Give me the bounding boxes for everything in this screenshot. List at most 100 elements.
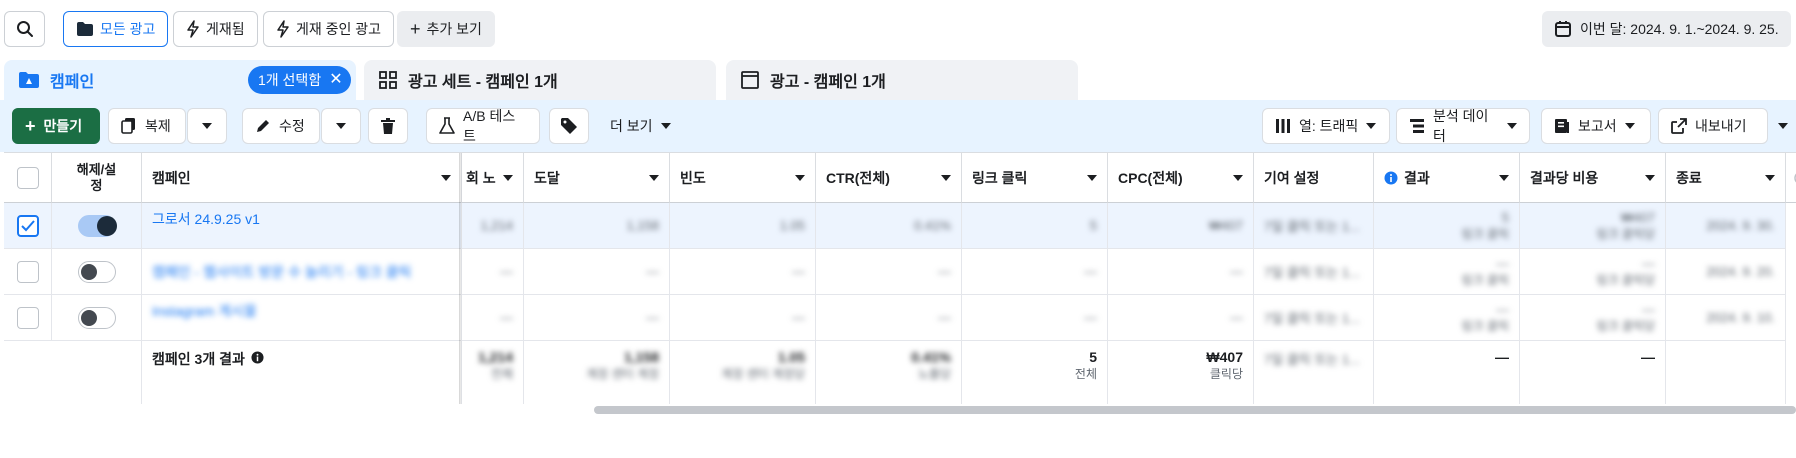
horizontal-scrollbar[interactable] — [594, 406, 1796, 414]
adset-grid-icon — [378, 70, 398, 90]
results-sub: 링크 클릭 — [1461, 226, 1510, 241]
ab-test-button[interactable]: A/B 테스트 — [426, 108, 540, 144]
info-icon[interactable] — [251, 351, 264, 364]
header-frequency[interactable]: 빈도 — [670, 153, 816, 203]
header-results-label: 결과 — [1404, 169, 1430, 186]
header-frequency-label: 빈도 — [680, 169, 706, 186]
header-attribution[interactable]: 기여 설정 — [1254, 153, 1374, 203]
lightning-icon — [276, 20, 290, 38]
edit-dropdown[interactable] — [321, 108, 361, 144]
tag-icon — [560, 117, 578, 135]
columns-button[interactable]: 열: 트래픽 — [1262, 108, 1390, 144]
export-label: 내보내기 — [1695, 118, 1747, 134]
row-toggle-cell[interactable] — [52, 249, 142, 295]
lightning-icon — [186, 20, 200, 38]
create-button[interactable]: + 만들기 — [12, 108, 100, 144]
filter-published[interactable]: 게재됨 — [173, 11, 258, 47]
header-ends[interactable]: 종료 — [1666, 153, 1786, 203]
filter-bar: 모든 광고 게재됨 게재 중인 광고 + 추가 보기 이번 달: 2024. 9… — [0, 0, 1796, 58]
summary-reach: 1,158 — [623, 349, 659, 365]
add-column-button[interactable] — [1786, 153, 1796, 203]
reach-cell: 1,158 — [524, 203, 670, 249]
action-toolbar: + 만들기 복제 수정 A/B 테스트 더 보기 열: 트래픽 분석 데이터 보… — [0, 100, 1796, 152]
more-actions-button[interactable]: 더 보기 — [598, 108, 698, 144]
filter-active-ads[interactable]: 게재 중인 광고 — [263, 11, 395, 47]
cost-value: — — [1642, 255, 1655, 271]
campaign-name-link[interactable]: 캠페인 - 웹사이트 방문 수 늘리기 - 링크 클릭 — [152, 262, 411, 282]
header-cpc-label: CPC(전체) — [1118, 169, 1183, 186]
header-ctr[interactable]: CTR(전체) — [816, 153, 962, 203]
header-link-clicks[interactable]: 링크 클릭 — [962, 153, 1108, 203]
select-all-checkbox[interactable] — [16, 166, 39, 189]
row-toggle-cell[interactable] — [52, 203, 142, 249]
duplicate-dropdown[interactable] — [187, 108, 227, 144]
export-button[interactable]: 내보내기 — [1658, 108, 1768, 144]
cost-value: ₩407 — [1621, 209, 1655, 225]
summary-reach-cell: 1,158 계정 센터 계정 — [524, 341, 670, 404]
reach-value: 1,158 — [626, 218, 659, 233]
edit-button[interactable]: 수정 — [242, 108, 320, 144]
toggle-knob — [80, 263, 97, 280]
header-impressions[interactable]: 회 노 — [462, 153, 524, 203]
chevron-down-icon — [503, 175, 513, 181]
campaign-name-cell[interactable]: 캠페인 - 웹사이트 방문 수 늘리기 - 링크 클릭 — [142, 249, 462, 295]
summary-cost-cell: — — [1520, 341, 1666, 404]
summary-cpc: ₩407 — [1206, 349, 1243, 365]
tab-campaign[interactable]: 캠페인 1개 선택함 ✕ — [4, 60, 356, 100]
selection-pill[interactable]: 1개 선택함 ✕ — [248, 66, 351, 94]
frequency-cell: — — [670, 295, 816, 341]
tab-adset[interactable]: 광고 세트 - 캠페인 1개 — [364, 60, 716, 100]
duplicate-icon — [121, 117, 137, 135]
reports-button[interactable]: 보고서 — [1541, 108, 1651, 144]
campaign-toggle[interactable] — [77, 260, 116, 283]
clear-selection-icon[interactable]: ✕ — [329, 72, 342, 88]
row-checkbox-cell[interactable] — [4, 203, 52, 249]
header-cost-per-result[interactable]: 결과당 비용 — [1520, 153, 1666, 203]
row-checkbox[interactable] — [16, 260, 39, 283]
cost-cell: — 링크 클릭당 — [1520, 249, 1666, 295]
header-reach[interactable]: 도달 — [524, 153, 670, 203]
header-campaign[interactable]: 캠페인 — [142, 153, 462, 203]
tab-ad[interactable]: 광고 - 캠페인 1개 — [726, 60, 1078, 100]
row-checkbox-cell[interactable] — [4, 295, 52, 341]
date-range-picker[interactable]: 이번 달: 2024. 9. 1.~2024. 9. 25. — [1542, 11, 1791, 47]
frequency-cell: 1.05 — [670, 203, 816, 249]
tag-button[interactable] — [549, 108, 589, 144]
export-dropdown[interactable] — [1770, 108, 1796, 144]
toggle-knob — [96, 215, 117, 236]
campaign-toggle[interactable] — [77, 214, 117, 237]
row-checkbox-cell[interactable] — [4, 249, 52, 295]
frequency-cell: — — [670, 249, 816, 295]
header-select-all[interactable] — [4, 153, 52, 203]
campaign-name-link[interactable]: 그로서 24.9.25 v1 — [152, 209, 260, 229]
search-button[interactable] — [4, 11, 45, 47]
ad-window-icon — [740, 70, 760, 90]
header-toggle: 해제/설정 — [52, 153, 142, 203]
ends-cell: 2024. 9. 10. — [1666, 295, 1786, 341]
date-range-label: 이번 달: 2024. 9. 1.~2024. 9. 25. — [1580, 21, 1779, 37]
link-clicks-value: 5 — [1089, 218, 1097, 233]
header-results[interactable]: 결과 — [1374, 153, 1520, 203]
chevron-down-icon — [202, 123, 212, 129]
campaign-name-link[interactable]: Instagram 게시물 — [152, 301, 257, 321]
row-checkbox[interactable] — [16, 214, 39, 237]
campaign-name-cell[interactable]: Instagram 게시물 — [142, 295, 462, 341]
row-toggle-cell[interactable] — [52, 295, 142, 341]
breakdown-button[interactable]: 분석 데이터 — [1396, 108, 1530, 144]
duplicate-button[interactable]: 복제 — [108, 108, 186, 144]
checkmark-icon — [20, 219, 35, 231]
filter-all-ads[interactable]: 모든 광고 — [63, 11, 169, 47]
campaign-name-cell[interactable]: 그로서 24.9.25 v1 — [142, 203, 462, 249]
chevron-down-icon — [1087, 175, 1097, 181]
header-ctr-label: CTR(전체) — [826, 169, 890, 186]
row-checkbox[interactable] — [16, 306, 39, 329]
header-cpc[interactable]: CPC(전체) — [1108, 153, 1254, 203]
delete-button[interactable] — [368, 108, 408, 144]
summary-link-clicks-cell: 5 전체 — [962, 341, 1108, 404]
attribution-cell: 7일 클릭 또는 1... — [1254, 249, 1374, 295]
chevron-down-icon — [941, 175, 951, 181]
campaign-toggle[interactable] — [77, 306, 116, 329]
chevron-down-icon — [660, 123, 671, 129]
header-ends-label: 종료 — [1676, 169, 1702, 186]
filter-more-button[interactable]: + 추가 보기 — [397, 11, 495, 47]
